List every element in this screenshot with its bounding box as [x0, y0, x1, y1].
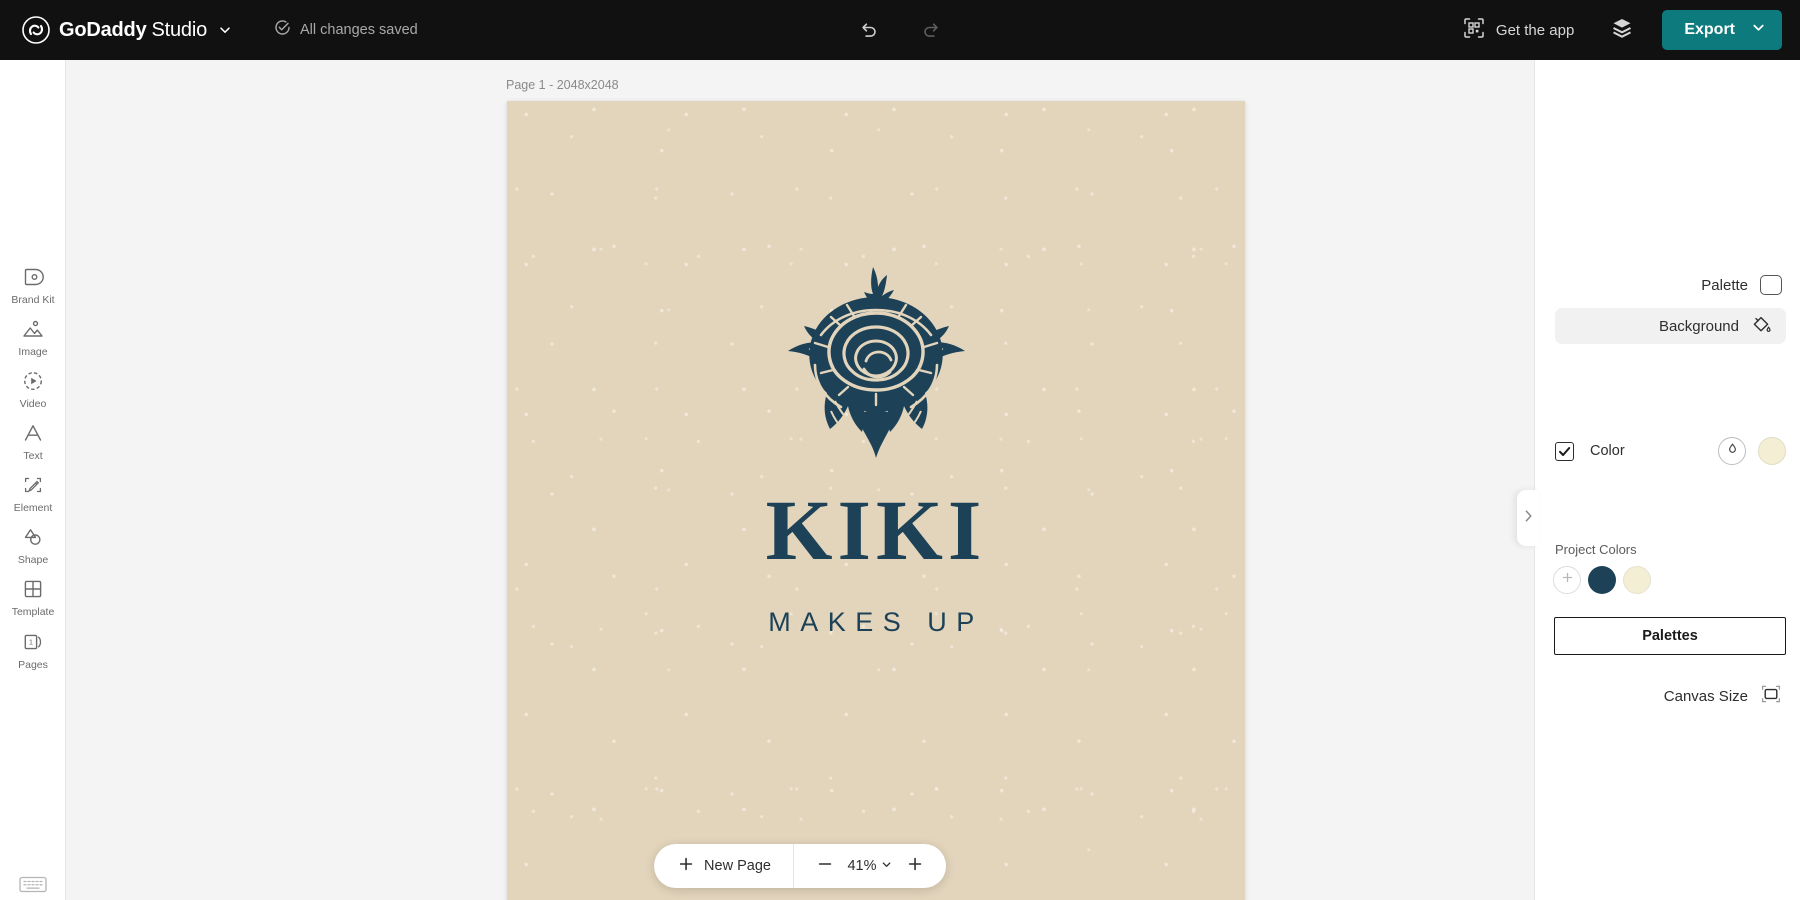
qr-code-icon	[1463, 17, 1485, 43]
chevron-down-icon[interactable]	[1751, 20, 1766, 40]
palette-label: Palette	[1701, 276, 1748, 294]
project-colors-list	[1553, 566, 1651, 594]
palettes-button-label: Palettes	[1642, 628, 1698, 644]
rose-woodcut-illustration[interactable]	[761, 265, 991, 465]
pages-icon: 1	[20, 629, 46, 655]
palette-row[interactable]: Palette	[1701, 275, 1782, 295]
new-page-button[interactable]: New Page	[654, 844, 794, 888]
sidebar-item-pages[interactable]: 1 Pages	[0, 629, 66, 671]
sidebar-item-brand-kit[interactable]: Brand Kit	[0, 264, 66, 306]
project-color-swatch[interactable]	[1623, 566, 1651, 594]
redo-button[interactable]	[915, 13, 949, 47]
layers-button[interactable]	[1604, 12, 1640, 48]
canvas-size-icon	[1760, 683, 1782, 710]
background-label: Background	[1658, 317, 1739, 335]
plus-icon	[907, 856, 923, 877]
chevron-down-icon[interactable]	[216, 23, 232, 37]
brand-menu[interactable]: GoDaddy Studio	[22, 16, 232, 44]
sidebar-item-label: Pages	[18, 659, 48, 671]
properties-panel: Palette Background Color Project Colors …	[1517, 60, 1800, 900]
new-page-label: New Page	[704, 858, 771, 874]
current-color-swatch[interactable]	[1758, 437, 1786, 465]
droplet-icon	[1726, 442, 1739, 460]
sidebar-item-template[interactable]: Template	[0, 576, 66, 618]
text-icon	[20, 420, 46, 446]
logo-subtitle[interactable]: MAKES UP	[768, 607, 984, 638]
sidebar-item-label: Brand Kit	[11, 294, 55, 306]
check-circle-icon	[274, 19, 291, 41]
history-controls	[851, 13, 949, 47]
brand-name-bold: GoDaddy	[59, 18, 147, 41]
background-row[interactable]: Background	[1555, 308, 1786, 344]
undo-button[interactable]	[851, 13, 885, 47]
sidebar-item-element[interactable]: Element	[0, 472, 66, 514]
project-colors-title: Project Colors	[1555, 542, 1637, 557]
sidebar-item-label: Element	[13, 502, 53, 514]
get-the-app-label: Get the app	[1495, 21, 1575, 39]
canvas-bottom-toolbar: New Page 41%	[654, 844, 946, 888]
chevron-down-icon	[881, 858, 892, 874]
brand-kit-icon	[20, 264, 46, 290]
canvas-size-label: Canvas Size	[1663, 688, 1748, 705]
zoom-in-button[interactable]	[900, 851, 930, 881]
sidebar-item-label: Template	[11, 606, 55, 618]
page-label: Page 1 - 2048x2048	[506, 78, 619, 92]
keyboard-icon	[18, 876, 48, 899]
sidebar-item-video[interactable]: Video	[0, 368, 66, 410]
top-bar-actions: Get the app Export	[1463, 10, 1782, 50]
save-status: All changes saved	[274, 19, 418, 41]
zoom-level-dropdown[interactable]: 41%	[844, 858, 896, 874]
sidebar-item-label: Shape	[17, 554, 49, 566]
color-checkbox[interactable]	[1555, 441, 1574, 461]
artwork: KIKI MAKES UP	[507, 101, 1245, 900]
sidebar-item-shape[interactable]: Shape	[0, 524, 66, 566]
minus-icon	[817, 856, 833, 877]
plus-icon	[678, 856, 694, 876]
left-toolbar: Brand Kit Image Video Text Element Shape…	[0, 60, 66, 900]
get-the-app-button[interactable]: Get the app	[1463, 17, 1574, 43]
color-label: Color	[1590, 443, 1625, 459]
design-canvas[interactable]: KIKI MAKES UP	[507, 101, 1245, 900]
godaddy-logo-icon	[22, 16, 50, 44]
export-button[interactable]: Export	[1662, 10, 1782, 50]
eyedropper-button[interactable]	[1718, 437, 1746, 465]
sidebar-item-label: Video	[19, 398, 47, 410]
palettes-button[interactable]: Palettes	[1554, 617, 1786, 655]
color-row: Color	[1555, 435, 1786, 467]
plus-icon	[1561, 571, 1574, 589]
save-status-text: All changes saved	[300, 22, 418, 38]
zoom-out-button[interactable]	[810, 851, 840, 881]
sidebar-item-text[interactable]: Text	[0, 420, 66, 462]
canvas-size-row[interactable]: Canvas Size	[1664, 683, 1782, 710]
brand-title: GoDaddy Studio	[59, 19, 207, 42]
logo-title[interactable]: KIKI	[766, 487, 987, 573]
export-label: Export	[1684, 21, 1735, 38]
brand-name-light: Studio	[151, 18, 208, 41]
element-icon	[20, 472, 46, 498]
sidebar-item-image[interactable]: Image	[0, 316, 66, 358]
sidebar-item-label: Text	[23, 450, 43, 462]
chevron-right-icon	[1523, 509, 1534, 528]
template-icon	[20, 576, 46, 602]
keyboard-shortcuts-button[interactable]	[18, 873, 48, 895]
add-project-color-button[interactable]	[1553, 566, 1581, 594]
top-bar: GoDaddy Studio All changes saved Get the…	[0, 0, 1800, 60]
zoom-level-value: 41%	[847, 858, 877, 874]
panel-collapse-handle[interactable]	[1517, 490, 1539, 546]
paint-bucket-icon	[1750, 313, 1772, 340]
image-icon	[20, 316, 46, 342]
zoom-controls: 41%	[794, 851, 946, 881]
layers-icon	[1610, 16, 1634, 45]
sidebar-item-label: Image	[18, 346, 48, 358]
shape-icon	[20, 524, 46, 550]
video-icon	[20, 368, 46, 394]
canvas-workspace[interactable]: Page 1 - 2048x2048 KIKI MAKES UP New Pag…	[66, 60, 1534, 900]
project-color-swatch[interactable]	[1588, 566, 1616, 594]
svg-text:1: 1	[29, 638, 33, 647]
palette-swatch-icon	[1760, 275, 1782, 295]
